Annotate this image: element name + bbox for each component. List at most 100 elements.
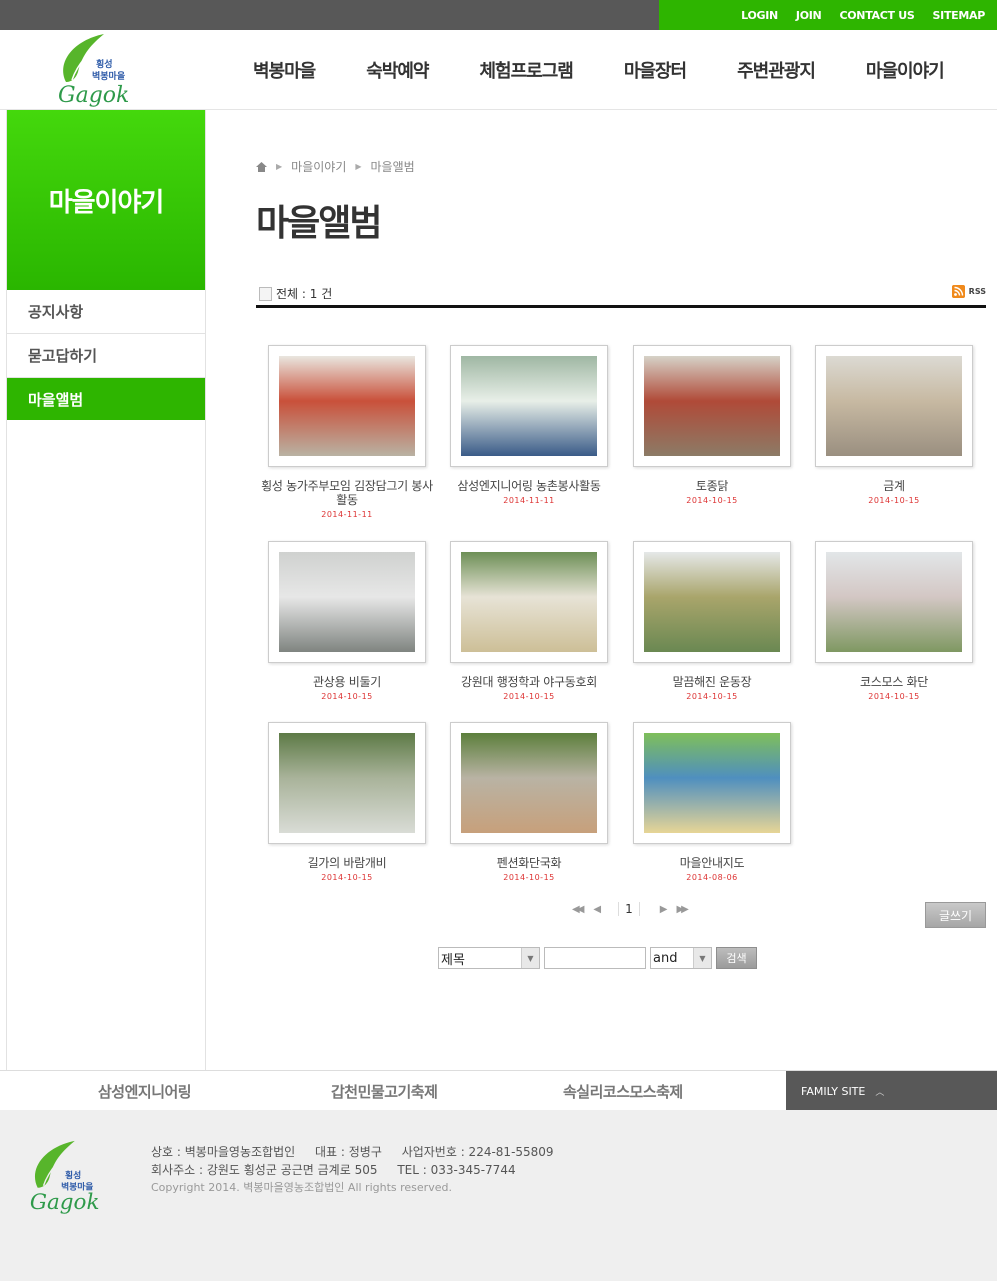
- gallery-thumbnail[interactable]: [450, 541, 608, 663]
- gallery-date: 2014-10-15: [321, 692, 373, 701]
- board-header: 전체 : 1 건 RSS: [256, 282, 986, 308]
- sidebar-item-notice[interactable]: 공지사항: [7, 290, 205, 334]
- gallery-caption[interactable]: 마을안내지도: [621, 856, 803, 870]
- gallery-item[interactable]: 펜션화단국화 2014-10-15: [438, 722, 620, 882]
- gallery-item[interactable]: 강원대 행정학과 야구동호회 2014-10-15: [438, 541, 620, 701]
- gallery-date: 2014-10-15: [321, 873, 373, 882]
- family-link-samsung[interactable]: 삼성엔지니어링: [98, 1081, 192, 1102]
- gallery-caption[interactable]: 금계: [803, 479, 985, 493]
- photo-image: [826, 552, 962, 652]
- site-logo[interactable]: 횡성 벽봉마을 Gagok: [52, 32, 136, 108]
- login-link[interactable]: LOGIN: [741, 9, 778, 22]
- photo-image: [279, 733, 415, 833]
- sidebar: 마을이야기 공지사항 묻고답하기 마을앨범: [6, 110, 206, 1070]
- gallery-caption[interactable]: 코스모스 화단: [803, 675, 985, 689]
- family-site-label: FAMILY SITE: [801, 1084, 866, 1098]
- chevron-down-icon: ▼: [693, 948, 711, 968]
- page-title: 마을앨범: [256, 203, 382, 244]
- gallery-item[interactable]: 금계 2014-10-15: [803, 345, 985, 505]
- gallery-caption[interactable]: 삼성엔지니어링 농촌봉사활동: [438, 479, 620, 493]
- gallery-item[interactable]: 말끔해진 운동장 2014-10-15: [621, 541, 803, 701]
- document-icon: [259, 286, 272, 301]
- photo-image: [461, 733, 597, 833]
- prev-page-icon[interactable]: ◀: [593, 904, 601, 915]
- join-link[interactable]: JOIN: [796, 9, 822, 22]
- nav-village[interactable]: 벽봉마을: [253, 57, 316, 83]
- gallery-thumbnail[interactable]: [815, 345, 973, 467]
- photo-image: [644, 356, 780, 456]
- sidebar-title: 마을이야기: [7, 110, 205, 290]
- last-page-icon[interactable]: ▶▶: [676, 904, 689, 915]
- gallery-caption[interactable]: 강원대 행정학과 야구동호회: [438, 675, 620, 689]
- next-page-icon[interactable]: ▶: [660, 904, 668, 915]
- gallery-caption[interactable]: 말끔해진 운동장: [621, 675, 803, 689]
- breadcrumb-arrow-icon: ▶: [355, 162, 362, 171]
- search-operator-select[interactable]: and ▼: [650, 947, 712, 969]
- breadcrumb: ▶ 마을이야기 ▶ 마을앨범: [256, 158, 415, 175]
- gallery-caption[interactable]: 길가의 바람개비: [256, 856, 438, 870]
- sidebar-item-album[interactable]: 마을앨범: [7, 378, 205, 420]
- company-info: 상호 : 벽봉마을영농조합법인 대표 : 정병구 사업자번호 : 224-81-…: [151, 1143, 554, 1197]
- gallery-thumbnail[interactable]: [268, 722, 426, 844]
- search-input[interactable]: [544, 947, 646, 969]
- sidebar-item-qna[interactable]: 묻고답하기: [7, 334, 205, 378]
- gallery-item[interactable]: 토종닭 2014-10-15: [621, 345, 803, 505]
- gallery-caption[interactable]: 관상용 비둘기: [256, 675, 438, 689]
- contact-us-link[interactable]: CONTACT US: [839, 9, 914, 22]
- write-button[interactable]: 글쓰기: [925, 902, 986, 928]
- gallery-date: 2014-10-15: [686, 692, 738, 701]
- rss-link[interactable]: RSS: [951, 285, 986, 298]
- gallery-thumbnail[interactable]: [633, 345, 791, 467]
- gallery-caption[interactable]: 토종닭: [621, 479, 803, 493]
- svg-text:Gagok: Gagok: [30, 1190, 100, 1214]
- nav-story[interactable]: 마을이야기: [866, 57, 945, 83]
- gallery-item[interactable]: 횡성 농가주부모임 김장담그기 봉사활동 2014-11-11: [256, 345, 438, 519]
- breadcrumb-arrow-icon: ▶: [276, 162, 283, 171]
- nav-programs[interactable]: 체험프로그램: [480, 57, 574, 83]
- gallery-date: 2014-10-15: [503, 873, 555, 882]
- svg-text:횡성: 횡성: [96, 58, 113, 70]
- gallery-item[interactable]: 길가의 바람개비 2014-10-15: [256, 722, 438, 882]
- gallery-thumbnail[interactable]: [268, 541, 426, 663]
- gallery-item[interactable]: 삼성엔지니어링 농촌봉사활동 2014-11-11: [438, 345, 620, 505]
- svg-text:벽봉마을: 벽봉마을: [92, 70, 125, 82]
- page-number-current[interactable]: 1: [618, 902, 640, 916]
- sitemap-link[interactable]: SITEMAP: [933, 9, 986, 22]
- gallery-date: 2014-10-15: [868, 692, 920, 701]
- header: 횡성 벽봉마을 Gagok 벽봉마을 숙박예약 체험프로그램 마을장터 주변관광…: [0, 30, 997, 110]
- company-tel: TEL : 033-345-7744: [397, 1163, 516, 1177]
- copyright: Copyright 2014. 벽봉마을영농조합법인 All rights re…: [151, 1181, 452, 1194]
- family-links-bar: 삼성엔지니어링 갑천민물고기축제 속실리코스모스축제 FAMILY SITE ︿: [0, 1070, 997, 1111]
- gallery-item[interactable]: 마을안내지도 2014-08-06: [621, 722, 803, 882]
- search-form: 제목 ▼ and ▼ 검색: [438, 947, 757, 969]
- gallery-thumbnail[interactable]: [268, 345, 426, 467]
- gallery-thumbnail[interactable]: [633, 722, 791, 844]
- first-page-icon[interactable]: ◀◀: [572, 904, 585, 915]
- svg-text:횡성: 횡성: [65, 1169, 81, 1181]
- gallery-date: 2014-08-06: [686, 873, 738, 882]
- nav-market[interactable]: 마을장터: [624, 57, 687, 83]
- family-link-cosmos-festival[interactable]: 속실리코스모스축제: [563, 1081, 683, 1102]
- gallery-caption[interactable]: 횡성 농가주부모임 김장담그기 봉사활동: [256, 479, 438, 507]
- company-address: 회사주소 : 강원도 횡성군 공근면 금계로 505: [151, 1163, 378, 1177]
- gallery-thumbnail[interactable]: [815, 541, 973, 663]
- nav-reservation[interactable]: 숙박예약: [366, 57, 429, 83]
- photo-image: [279, 552, 415, 652]
- search-button[interactable]: 검색: [716, 947, 757, 969]
- gallery-caption[interactable]: 펜션화단국화: [438, 856, 620, 870]
- gallery-thumbnail[interactable]: [633, 541, 791, 663]
- gallery-thumbnail[interactable]: [450, 345, 608, 467]
- home-icon[interactable]: [256, 161, 267, 172]
- family-site-dropdown[interactable]: FAMILY SITE ︿: [786, 1071, 997, 1111]
- gallery-thumbnail[interactable]: [450, 722, 608, 844]
- search-field-select[interactable]: 제목 ▼: [438, 947, 540, 969]
- gallery-item[interactable]: 코스모스 화단 2014-10-15: [803, 541, 985, 701]
- breadcrumb-story[interactable]: 마을이야기: [291, 158, 346, 175]
- top-bar: LOGIN JOIN CONTACT US SITEMAP: [0, 0, 997, 30]
- nav-tourism[interactable]: 주변관광지: [737, 57, 816, 83]
- gallery-item[interactable]: 관상용 비둘기 2014-10-15: [256, 541, 438, 701]
- family-link-fish-festival[interactable]: 갑천민물고기축제: [331, 1081, 438, 1102]
- breadcrumb-album[interactable]: 마을앨범: [371, 158, 415, 175]
- total-count-label: 전체 : 1 건: [276, 287, 333, 301]
- photo-image: [461, 356, 597, 456]
